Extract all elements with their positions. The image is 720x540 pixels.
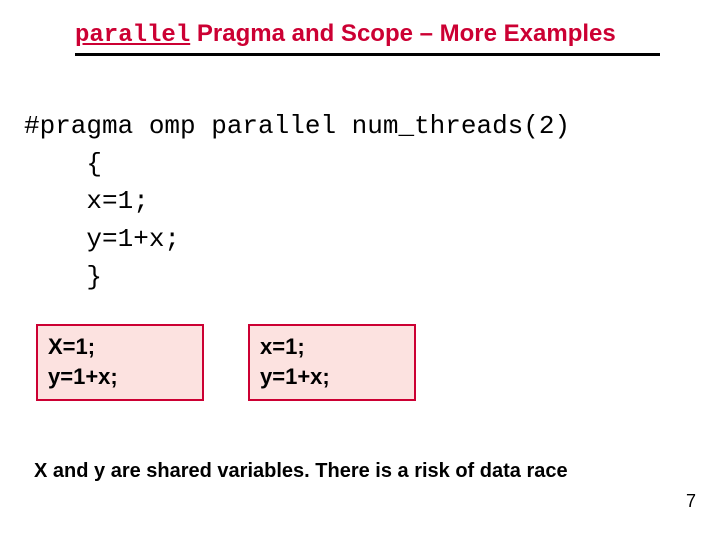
thread1-line1: X=1; [48, 332, 192, 362]
footnote: X and y are shared variables. There is a… [34, 460, 568, 483]
thread2-line1: x=1; [260, 332, 404, 362]
thread-boxes: X=1; y=1+x; x=1; y=1+x; [36, 324, 416, 401]
thread-box-1: X=1; y=1+x; [36, 324, 204, 401]
code-line-2: { [24, 149, 102, 179]
title-rest: Pragma and Scope – More Examples [190, 20, 616, 47]
thread1-line2: y=1+x; [48, 362, 192, 392]
slide-title-wrap: parallel Pragma and Scope – More Example… [75, 20, 660, 56]
code-line-1: #pragma omp parallel num_threads(2) [24, 111, 570, 141]
code-line-5: } [24, 262, 102, 292]
page-number: 7 [686, 491, 696, 512]
slide-title: parallel Pragma and Scope – More Example… [75, 20, 660, 51]
code-line-4: y=1+x; [24, 224, 180, 254]
slide: parallel Pragma and Scope – More Example… [0, 0, 720, 540]
code-line-3: x=1; [24, 186, 149, 216]
title-keyword: parallel [75, 22, 190, 49]
code-block: #pragma omp parallel num_threads(2) { x=… [24, 108, 570, 296]
thread2-line2: y=1+x; [260, 362, 404, 392]
thread-box-2: x=1; y=1+x; [248, 324, 416, 401]
